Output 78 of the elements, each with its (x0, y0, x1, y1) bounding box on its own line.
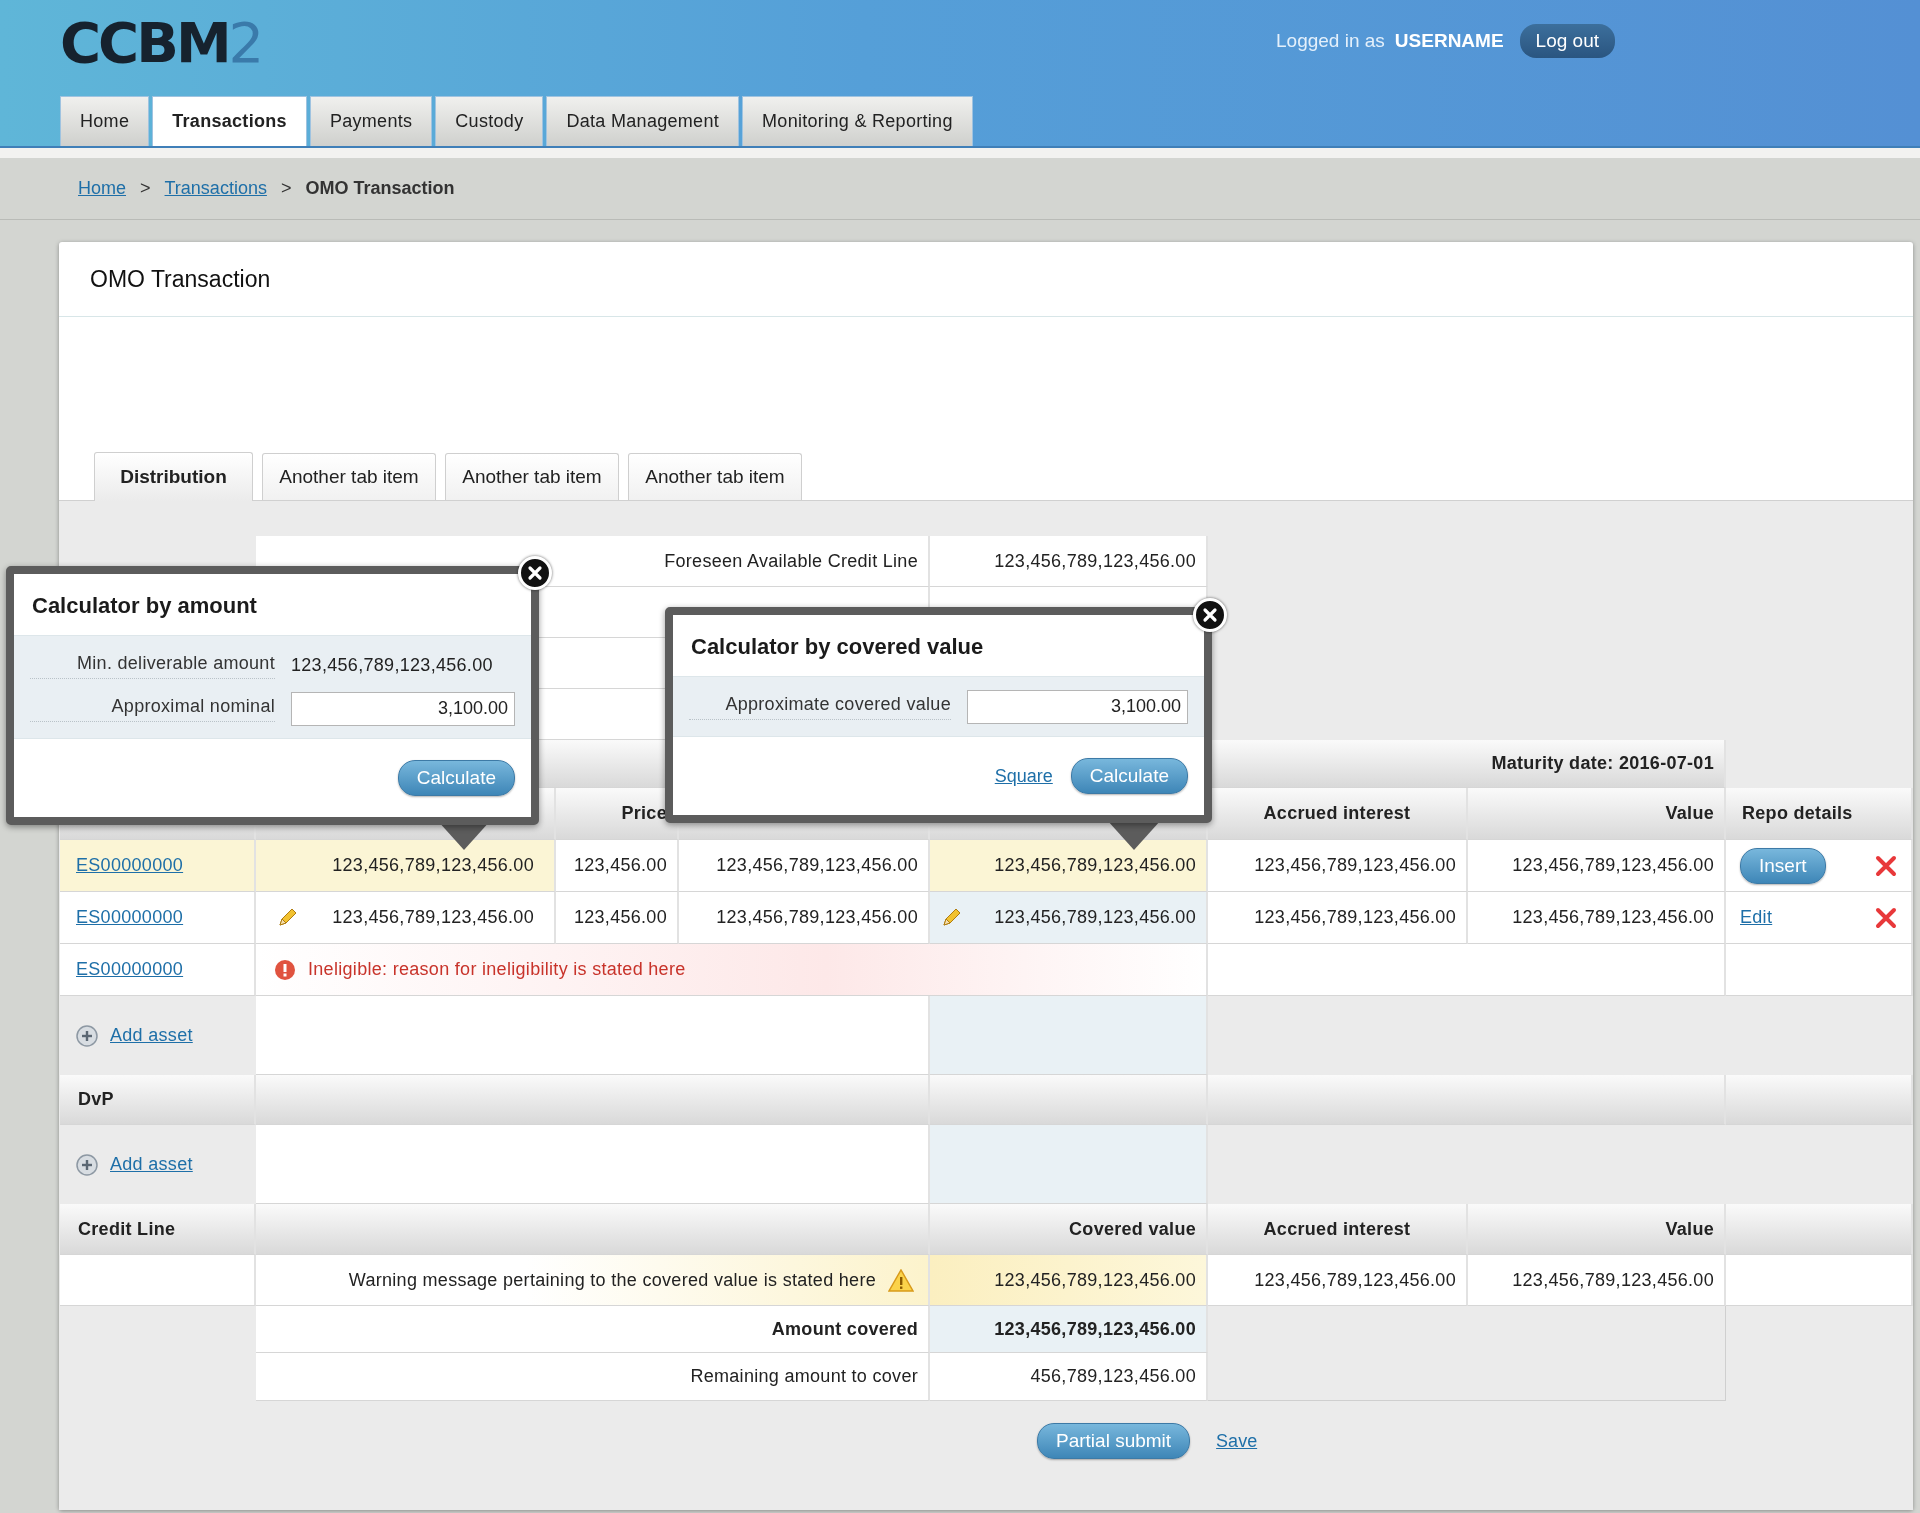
field-label: Approximate covered value (689, 693, 951, 720)
table-cell: 123,456,789,123,456.00 (679, 892, 930, 944)
username: USERNAME (1394, 30, 1504, 52)
column-header: Repo details (1726, 788, 1913, 840)
total-value: 123,456,789,123,456.00 (930, 1306, 1208, 1353)
asset-link[interactable]: ES00000000 (76, 907, 184, 928)
breadcrumb-link[interactable]: Transactions (164, 178, 267, 199)
error-icon (274, 958, 296, 981)
action-button[interactable]: Calculate (1070, 758, 1188, 794)
total-label: Remaining amount to cover (256, 1353, 930, 1401)
column-header: Value (1468, 788, 1726, 840)
table-cell: 123,456,789,123,456.00 (679, 840, 930, 892)
logout-button[interactable]: Log out (1519, 24, 1615, 58)
section-header: Credit Line (60, 1204, 256, 1255)
nav-tab[interactable]: Data Management (546, 96, 740, 146)
page-title: OMO Transaction (59, 242, 1913, 317)
field-label: Approximal nominal (30, 695, 275, 722)
warning-icon (888, 1268, 914, 1292)
delete-icon[interactable] (1875, 906, 1897, 929)
breadcrumb-link[interactable]: Home (78, 178, 126, 199)
input-field[interactable]: 3,100.00 (967, 689, 1188, 724)
breadcrumb-separator: > (140, 178, 151, 199)
add-icon[interactable] (76, 1153, 98, 1176)
covered-value: 123,456,789,123,456.00 (994, 907, 1196, 928)
nominal-amount: 123,456,789,123,456.00 (332, 907, 534, 928)
table-cell: 123,456.00 (556, 840, 679, 892)
tab[interactable]: Another tab item (445, 453, 619, 500)
asset-link[interactable]: ES00000000 (76, 855, 184, 876)
table-cell: 123,456,789,123,456.00 (1208, 840, 1468, 892)
nav-tab[interactable]: Monitoring & Reporting (742, 96, 973, 146)
action-link[interactable]: Edit (1740, 907, 1773, 928)
close-icon[interactable] (1202, 607, 1218, 623)
logged-in-label: Logged in as (1276, 30, 1385, 52)
asset-link[interactable]: ES00000000 (76, 959, 184, 980)
add-asset-link[interactable]: Add asset (110, 1154, 193, 1175)
delete-icon[interactable] (1875, 854, 1897, 877)
total-value: 456,789,123,456.00 (930, 1353, 1208, 1401)
column-header: Price (556, 788, 679, 840)
nav-tab[interactable]: Home (60, 96, 150, 146)
warning-message: Warning message pertaining to the covered value is stated here (348, 1269, 876, 1291)
nav-tab[interactable]: Custody (435, 96, 544, 146)
covered-value: 123,456,789,123,456.00 (994, 855, 1196, 876)
summary-value: 123,456,789,123,456.00 (930, 536, 1208, 587)
add-icon[interactable] (76, 1024, 98, 1047)
column-header: Value (1468, 1204, 1726, 1255)
error-text: Ineligible: reason for ineligibility is stated here (308, 959, 686, 980)
column-header: Accrued interest (1208, 1204, 1468, 1255)
total-label: Amount covered (256, 1306, 930, 1353)
close-icon[interactable] (527, 565, 543, 581)
action-link[interactable]: Square (994, 765, 1053, 787)
tab[interactable]: Another tab item (262, 453, 436, 500)
input-field[interactable]: 3,100.00 (291, 691, 515, 726)
table-cell: 123,456,789,123,456.00 (1468, 840, 1726, 892)
pencil-icon[interactable] (940, 906, 962, 929)
tab[interactable]: Distribution (94, 452, 253, 501)
table-cell: 123,456,789,123,456.00 (1468, 892, 1726, 944)
column-header: Accrued interest (1208, 788, 1468, 840)
field-value: 123,456,789,123,456.00 (291, 655, 494, 676)
action-button[interactable]: Insert (1740, 847, 1826, 884)
nav-tab[interactable]: Transactions (152, 96, 307, 146)
table-cell: 123,456,789,123,456.00 (1208, 1255, 1468, 1306)
add-asset-link[interactable]: Add asset (110, 1025, 193, 1046)
tab[interactable]: Another tab item (628, 453, 802, 500)
table-cell: 123,456,789,123,456.00 (1468, 1255, 1726, 1306)
table-cell: 123,456,789,123,456.00 (930, 1255, 1208, 1306)
action-button[interactable]: Calculate (397, 760, 515, 796)
breadcrumb-current: OMO Transaction (305, 178, 455, 199)
pencil-icon[interactable] (276, 906, 298, 929)
section-header: DvP (60, 1075, 256, 1125)
action-button[interactable]: Partial submit (1037, 1423, 1191, 1459)
breadcrumb-separator: > (280, 178, 292, 199)
table-cell: 123,456.00 (556, 892, 679, 944)
action-link[interactable]: Save (1216, 1430, 1258, 1452)
table-cell: 123,456,789,123,456.00 (1208, 892, 1468, 944)
nominal-amount: 123,456,789,123,456.00 (332, 855, 534, 876)
nav-tab[interactable]: Payments (309, 96, 433, 146)
column-header: Covered value (930, 1204, 1208, 1255)
field-label: Min. deliverable amount (30, 652, 275, 679)
